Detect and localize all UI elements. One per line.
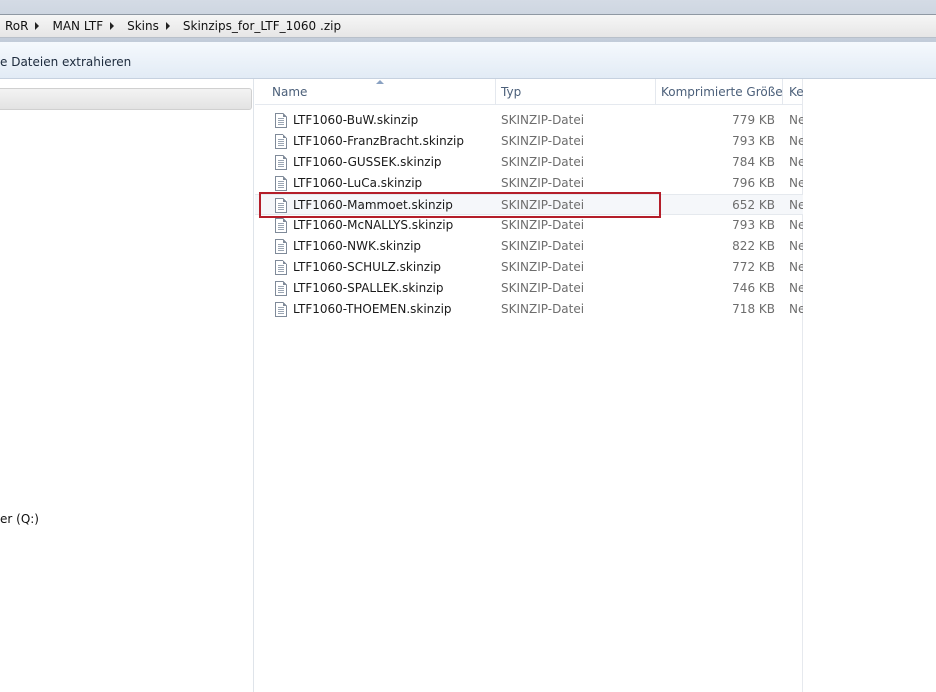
file-size: 796 KB xyxy=(732,176,775,190)
column-divider[interactable] xyxy=(655,79,656,105)
document-icon xyxy=(275,302,287,317)
file-size: 793 KB xyxy=(732,134,775,148)
document-icon xyxy=(275,281,287,296)
breadcrumb-label: RoR xyxy=(5,19,29,33)
file-col4: Ne xyxy=(789,176,803,190)
file-col4: Ne xyxy=(789,218,803,232)
table-row[interactable]: LTF1060-FranzBracht.skinzip SKINZIP-Date… xyxy=(255,131,803,152)
file-name: LTF1060-Mammoet.skinzip xyxy=(293,198,453,212)
column-header-col4[interactable]: Ke xyxy=(789,85,803,99)
file-name: LTF1060-GUSSEK.skinzip xyxy=(293,155,442,169)
sort-ascending-icon xyxy=(376,80,384,84)
breadcrumb-label: Skins xyxy=(127,19,159,33)
column-header-name[interactable]: Name xyxy=(272,85,307,99)
file-type: SKINZIP-Datei xyxy=(501,260,585,274)
nav-selected-item[interactable] xyxy=(0,88,252,110)
file-type: SKINZIP-Datei xyxy=(501,134,585,148)
file-type: SKINZIP-Datei xyxy=(501,113,585,127)
file-type: SKINZIP-Datei xyxy=(501,281,585,295)
file-type: SKINZIP-Datei xyxy=(501,302,585,316)
chevron-right-icon[interactable] xyxy=(165,22,170,30)
document-icon xyxy=(275,176,287,191)
column-header-size[interactable]: Komprimierte Größe xyxy=(661,85,783,99)
navigation-pane[interactable]: er (Q:) xyxy=(0,79,254,692)
file-type: SKINZIP-Datei xyxy=(501,155,585,169)
extract-all-button[interactable]: e Dateien extrahieren xyxy=(0,55,131,69)
table-row[interactable]: LTF1060-SPALLEK.skinzip SKINZIP-Datei 74… xyxy=(255,278,803,299)
file-size: 784 KB xyxy=(732,155,775,169)
file-size: 746 KB xyxy=(732,281,775,295)
file-size: 718 KB xyxy=(732,302,775,316)
document-icon xyxy=(275,155,287,170)
breadcrumb-label: Skinzips_for_LTF_1060 .zip xyxy=(182,19,342,33)
breadcrumb-item-skins[interactable]: Skins xyxy=(122,15,178,37)
file-list[interactable]: Name Typ Komprimierte Größe Ke LTF1060-B… xyxy=(255,79,803,692)
file-size: 772 KB xyxy=(732,260,775,274)
column-header-type[interactable]: Typ xyxy=(501,85,521,99)
document-icon xyxy=(275,218,287,233)
file-type: SKINZIP-Datei xyxy=(501,239,585,253)
empty-area xyxy=(804,79,936,692)
column-divider[interactable] xyxy=(495,79,496,105)
table-row[interactable]: LTF1060-SCHULZ.skinzip SKINZIP-Datei 772… xyxy=(255,257,803,278)
table-row-selected[interactable]: LTF1060-Mammoet.skinzip SKINZIP-Datei 65… xyxy=(255,192,803,218)
file-type: SKINZIP-Datei xyxy=(501,218,585,232)
breadcrumb-label: MAN LTF xyxy=(52,19,104,33)
document-icon xyxy=(275,113,287,128)
file-name: LTF1060-SCHULZ.skinzip xyxy=(293,260,442,274)
breadcrumb-item-ror[interactable]: RoR xyxy=(0,15,47,37)
file-name: LTF1060-NWK.skinzip xyxy=(293,239,422,253)
table-row[interactable]: LTF1060-McNALLYS.skinzip SKINZIP-Datei 7… xyxy=(255,215,803,236)
table-row[interactable]: LTF1060-NWK.skinzip SKINZIP-Datei 822 KB… xyxy=(255,236,803,257)
table-row[interactable]: LTF1060-THOEMEN.skinzip SKINZIP-Datei 71… xyxy=(255,299,803,320)
document-icon xyxy=(275,239,287,254)
table-row[interactable]: LTF1060-LuCa.skinzip SKINZIP-Datei 796 K… xyxy=(255,173,803,194)
file-name: LTF1060-BuW.skinzip xyxy=(293,113,419,127)
file-col4: Ne xyxy=(789,281,803,295)
file-name: LTF1060-SPALLEK.skinzip xyxy=(293,281,444,295)
file-col4: Ne xyxy=(789,134,803,148)
file-col4: Ne xyxy=(789,260,803,274)
file-col4: Ne xyxy=(789,302,803,316)
column-header: Name Typ Komprimierte Größe Ke xyxy=(255,79,803,105)
document-icon xyxy=(275,134,287,149)
breadcrumb-item-zip[interactable]: Skinzips_for_LTF_1060 .zip xyxy=(178,15,346,37)
document-icon xyxy=(275,260,287,275)
file-size: 779 KB xyxy=(732,113,775,127)
breadcrumb-item-man-ltf[interactable]: MAN LTF xyxy=(47,15,122,37)
file-type: SKINZIP-Datei xyxy=(501,198,585,212)
file-size: 822 KB xyxy=(732,239,775,253)
table-row[interactable]: LTF1060-BuW.skinzip SKINZIP-Datei 779 KB… xyxy=(255,110,803,131)
file-col4: Ne xyxy=(789,113,803,127)
chevron-right-icon[interactable] xyxy=(35,22,40,30)
file-size: 793 KB xyxy=(732,218,775,232)
file-name: LTF1060-McNALLYS.skinzip xyxy=(293,218,454,232)
file-col4: Ne xyxy=(789,239,803,253)
document-icon xyxy=(275,198,287,213)
file-type: SKINZIP-Datei xyxy=(501,176,585,190)
file-name: LTF1060-LuCa.skinzip xyxy=(293,176,423,190)
chevron-right-icon[interactable] xyxy=(110,22,115,30)
table-row[interactable]: LTF1060-GUSSEK.skinzip SKINZIP-Datei 784… xyxy=(255,152,803,173)
file-col4: Ne xyxy=(789,198,803,212)
file-size: 652 KB xyxy=(732,198,775,212)
column-divider[interactable] xyxy=(782,79,783,105)
command-bar: e Dateien extrahieren xyxy=(0,42,936,79)
file-name: LTF1060-THOEMEN.skinzip xyxy=(293,302,452,316)
nav-item-drive-q[interactable]: er (Q:) xyxy=(0,512,39,526)
address-bar: RoR MAN LTF Skins Skinzips_for_LTF_1060 … xyxy=(0,0,936,42)
file-name: LTF1060-FranzBracht.skinzip xyxy=(293,134,464,148)
breadcrumb[interactable]: RoR MAN LTF Skins Skinzips_for_LTF_1060 … xyxy=(0,14,936,38)
file-col4: Ne xyxy=(789,155,803,169)
